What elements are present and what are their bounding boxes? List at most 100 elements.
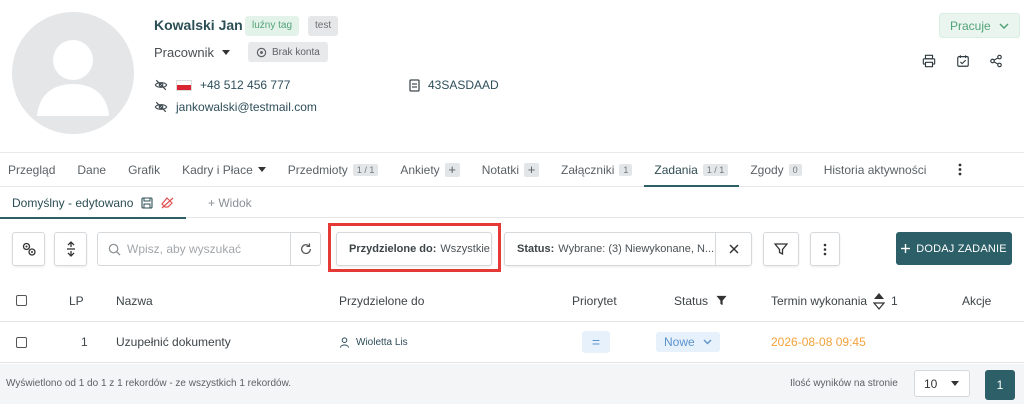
row-checkbox[interactable] bbox=[16, 322, 27, 362]
column-header-lp[interactable]: LP bbox=[69, 280, 84, 321]
tab-data[interactable]: Dane bbox=[77, 153, 117, 186]
tab-label: Zadania bbox=[654, 162, 698, 177]
column-header-actions: Akcje bbox=[962, 293, 992, 308]
tab-activity-history[interactable]: Historia aktywności bbox=[824, 153, 938, 186]
priority-badge: = bbox=[582, 331, 610, 353]
tag-badge[interactable]: luźny tag bbox=[245, 16, 300, 36]
avatar bbox=[12, 12, 134, 134]
column-header-status[interactable]: Status bbox=[674, 280, 727, 321]
tab-hr-payroll[interactable]: Kadry i Płace bbox=[182, 153, 277, 186]
filter-label: Status: bbox=[517, 243, 555, 255]
employee-name: Kowalski Jan bbox=[154, 17, 243, 33]
plus-icon[interactable]: + bbox=[444, 162, 460, 177]
column-label: Termin wykonania bbox=[771, 293, 868, 308]
select-all-checkbox[interactable] bbox=[16, 280, 27, 321]
funnel-icon[interactable] bbox=[716, 295, 727, 306]
role-dropdown[interactable]: Pracownik bbox=[154, 45, 230, 60]
eye-off-icon[interactable] bbox=[154, 100, 168, 114]
email-row: jankowalski@testmail.com bbox=[154, 100, 317, 114]
tab-notes[interactable]: Notatki + bbox=[482, 153, 550, 186]
more-options-button[interactable] bbox=[810, 232, 840, 266]
tab-schedule[interactable]: Grafik bbox=[128, 153, 171, 186]
account-status-badge: Brak konta bbox=[248, 42, 328, 62]
more-tabs-button[interactable] bbox=[948, 153, 973, 186]
refresh-icon[interactable] bbox=[290, 233, 320, 265]
status-cell: Nowe bbox=[656, 322, 720, 362]
funnel-icon bbox=[774, 242, 788, 256]
tab-label: Historia aktywności bbox=[823, 162, 927, 177]
reset-view-icon[interactable] bbox=[161, 197, 174, 209]
table-row[interactable]: 1 Uzupełnić dokumenty Wioletta Lis = Now… bbox=[0, 322, 1024, 363]
views-bar: Domyślny - edytowano + Widok bbox=[0, 188, 1024, 219]
column-settings-button[interactable] bbox=[12, 232, 45, 266]
close-icon[interactable] bbox=[715, 233, 751, 265]
plus-icon[interactable]: + bbox=[524, 162, 540, 177]
expand-vertical-icon bbox=[65, 241, 77, 257]
tab-overview[interactable]: Przegląd bbox=[8, 153, 66, 186]
tab-count-badge: 1 / 1 bbox=[352, 163, 379, 176]
eye-off-icon[interactable] bbox=[154, 78, 168, 92]
status-filter-button[interactable]: Status: Wybrane: (3) Niewykonane, N... bbox=[504, 232, 752, 266]
email-address[interactable]: jankowalski@testmail.com bbox=[176, 100, 317, 114]
tab-label: Ankiety bbox=[400, 162, 440, 177]
gears-icon bbox=[21, 241, 37, 257]
tab-tasks[interactable]: Zadania 1 / 1 bbox=[644, 153, 740, 187]
tab-attachments[interactable]: Załączniki 1 bbox=[561, 153, 643, 186]
tab-label: Grafik bbox=[128, 162, 161, 177]
table-header: LP Nazwa Przydzielone do Priorytet Statu… bbox=[0, 280, 1024, 322]
id-row: 43SASDAAD bbox=[409, 78, 499, 92]
search-icon bbox=[108, 243, 121, 256]
status-dropdown[interactable]: Nowe bbox=[656, 332, 720, 352]
column-header-name[interactable]: Nazwa bbox=[116, 280, 153, 321]
add-task-button[interactable]: DODAJ ZADANIE bbox=[896, 232, 1012, 265]
per-page-select[interactable]: 10 bbox=[914, 370, 970, 397]
view-label: Domyślny - edytowano bbox=[12, 196, 134, 210]
tab-label: Notatki bbox=[481, 162, 520, 177]
sort-icon[interactable] bbox=[873, 292, 886, 310]
share-icon[interactable] bbox=[989, 54, 1003, 68]
column-header-deadline[interactable]: Termin wykonania 1 bbox=[771, 280, 898, 321]
assigned-user[interactable]: Wioletta Lis bbox=[339, 322, 408, 362]
tab-label: Dane bbox=[77, 162, 107, 177]
priority-cell: = bbox=[582, 322, 610, 362]
account-status-label: Brak konta bbox=[272, 46, 320, 58]
row-lp: 1 bbox=[81, 335, 88, 349]
highlight-box bbox=[328, 223, 501, 272]
tab-count-badge: 1 / 1 bbox=[702, 163, 729, 176]
page-button[interactable]: 1 bbox=[985, 370, 1015, 400]
view-tab-default[interactable]: Domyślny - edytowano bbox=[0, 188, 187, 219]
tab-count-badge: 0 bbox=[788, 163, 802, 176]
records-summary: Wyświetlono od 1 do 1 z 1 rekordów - ze … bbox=[6, 378, 292, 389]
status-value: Nowe bbox=[664, 335, 695, 349]
sort-order-index: 1 bbox=[891, 293, 898, 308]
tag-badge[interactable]: test bbox=[308, 16, 339, 36]
tasks-toolbar: Przydzielone do: Wszystkie Status: Wybra… bbox=[0, 223, 1024, 275]
calendar-check-icon[interactable] bbox=[956, 54, 970, 68]
block-icon bbox=[256, 47, 267, 58]
row-height-button[interactable] bbox=[54, 232, 87, 266]
phone-row: +48 512 456 777 bbox=[154, 78, 290, 92]
poland-flag-icon bbox=[176, 79, 192, 91]
tab-items[interactable]: Przedmioty 1 / 1 bbox=[288, 153, 390, 186]
task-name[interactable]: Uzupełnić dokumenty bbox=[116, 322, 231, 362]
role-label: Pracownik bbox=[154, 45, 214, 60]
column-label: Status bbox=[674, 293, 709, 308]
tab-label: Zgody bbox=[750, 162, 784, 177]
column-header-priority[interactable]: Priorytet bbox=[572, 280, 617, 321]
tab-consents[interactable]: Zgody 0 bbox=[750, 153, 812, 186]
per-page-value: 10 bbox=[924, 376, 938, 391]
employment-status-dropdown[interactable]: Pracuje bbox=[939, 13, 1020, 38]
search-input[interactable] bbox=[127, 242, 287, 256]
column-header-assigned[interactable]: Przydzielone do bbox=[339, 280, 424, 321]
tab-label: Kadry i Płace bbox=[182, 162, 253, 177]
tab-surveys[interactable]: Ankiety + bbox=[400, 153, 470, 186]
chevron-down-icon bbox=[951, 381, 960, 386]
print-icon[interactable] bbox=[922, 54, 936, 68]
deadline-value: 2026-08-08 09:45 bbox=[771, 335, 866, 349]
id-code: 43SASDAAD bbox=[428, 78, 499, 92]
add-view-button[interactable]: + Widok bbox=[208, 196, 252, 210]
filter-button[interactable] bbox=[763, 232, 799, 266]
phone-number[interactable]: +48 512 456 777 bbox=[200, 78, 290, 92]
save-icon[interactable] bbox=[141, 197, 153, 209]
search-field[interactable] bbox=[97, 232, 321, 266]
